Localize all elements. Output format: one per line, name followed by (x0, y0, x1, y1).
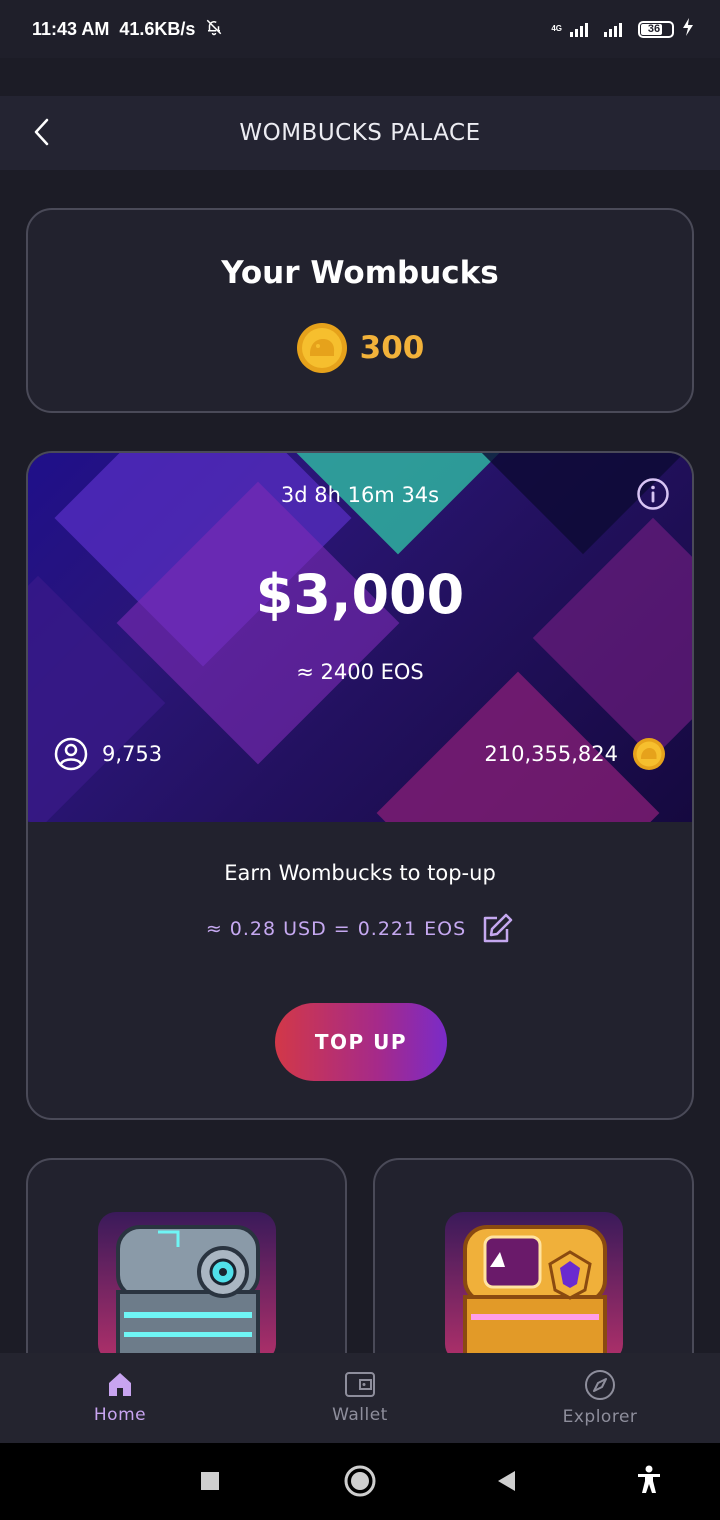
prize-eos-value: ≈ 2400 EOS (296, 660, 424, 684)
network-type-label: 4G (551, 24, 562, 33)
home-system-icon[interactable] (344, 1465, 376, 1497)
wallet-icon (345, 1372, 375, 1397)
status-time: 11:43 AM (32, 18, 110, 39)
players-count: 9,753 (54, 737, 162, 771)
edit-icon[interactable] (480, 913, 514, 945)
bell-off-icon (205, 18, 223, 41)
home-icon (109, 1373, 131, 1396)
wombucks-pool: 210,355,824 (484, 737, 666, 771)
pool-value: 210,355,824 (484, 742, 618, 766)
nav-label-explorer: Explorer (562, 1407, 638, 1427)
gold-chest-image (445, 1212, 623, 1362)
top-up-button[interactable]: TOP UP (275, 1003, 447, 1081)
page-title: WOMBUCKS PALACE (239, 120, 481, 146)
accessibility-icon[interactable] (638, 1465, 660, 1494)
nav-label-home: Home (93, 1405, 147, 1425)
wombucks-value: 300 (359, 330, 425, 366)
wombucks-balance: 300 (28, 322, 692, 374)
nav-label-wallet: Wallet (332, 1405, 388, 1425)
system-navigation-bar (0, 1443, 720, 1520)
wombuck-coin-icon (633, 738, 665, 770)
wombuck-coin-icon (296, 323, 347, 373)
prize-pool-card: 3d 8h 16m 34s $3,000 ≈ 2400 EOS 9,753 21… (26, 451, 694, 1120)
earn-wombucks-text: Earn Wombucks to top-up (224, 861, 496, 885)
compass-icon (585, 1370, 615, 1400)
countdown-timer: 3d 8h 16m 34s (280, 483, 440, 507)
conversion-rate: ≈ 0.28 USD = 0.221 EOS (28, 913, 692, 945)
signal-icon (570, 21, 588, 37)
silver-chest-image (98, 1212, 276, 1362)
chevron-left-icon (34, 118, 49, 146)
network-speed: 41.6KB/s (119, 18, 196, 39)
battery-level: 36 (647, 23, 661, 35)
wombucks-title: Your Wombucks (221, 255, 499, 291)
status-bar: 11:43 AM 41.6KB/s 4G 36 (0, 0, 720, 58)
back-system-icon[interactable] (498, 1471, 515, 1491)
back-button[interactable] (26, 114, 56, 150)
bottom-navigation: Home Wallet Explorer (0, 1353, 720, 1443)
app-header: WOMBUCKS PALACE (0, 96, 720, 170)
user-icon (54, 737, 88, 771)
players-value: 9,753 (102, 742, 163, 766)
prize-banner: 3d 8h 16m 34s $3,000 ≈ 2400 EOS 9,753 21… (28, 453, 692, 822)
charging-icon (682, 17, 694, 41)
prize-amount: $3,000 (255, 563, 465, 626)
nav-item-explorer[interactable]: Explorer (480, 1353, 720, 1443)
conversion-rate-text: ≈ 0.28 USD = 0.221 EOS (205, 918, 467, 940)
battery-icon: 36 (638, 20, 674, 38)
nav-item-wallet[interactable]: Wallet (240, 1353, 480, 1443)
recents-icon[interactable] (201, 1472, 219, 1490)
signal-icon-2 (604, 21, 622, 37)
wombucks-balance-card: Your Wombucks 300 (26, 208, 694, 413)
info-icon[interactable] (636, 477, 670, 511)
nav-item-home[interactable]: Home (0, 1353, 240, 1443)
